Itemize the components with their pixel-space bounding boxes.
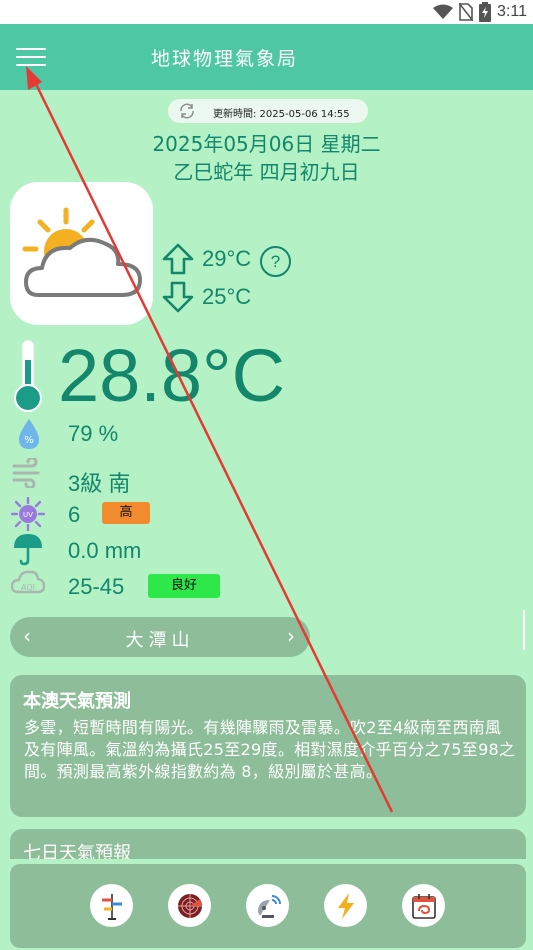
- arrow-down-icon: [162, 281, 194, 313]
- humidity-icon: %: [19, 419, 39, 449]
- wind-vane-icon: [102, 894, 122, 920]
- seven-day-forecast-card[interactable]: 七日天氣預報: [10, 829, 526, 859]
- lightning-icon: [338, 893, 354, 919]
- svg-text:%: %: [24, 435, 34, 446]
- update-time-label: 更新時間: 2025-05-06 14:55: [213, 109, 350, 120]
- menu-icon[interactable]: [16, 46, 46, 68]
- low-temp: 25°C: [202, 284, 252, 309]
- help-button[interactable]: ?: [260, 246, 291, 277]
- svg-text:UV: UV: [23, 511, 33, 519]
- uv-level-badge: 高: [102, 502, 150, 524]
- satellite-icon: [258, 895, 281, 918]
- uv-value: 6: [68, 502, 81, 527]
- air-quality-icon: AQI: [11, 570, 45, 594]
- next-station-button[interactable]: ›: [287, 624, 295, 648]
- update-time-pill[interactable]: 更新時間: 2025-05-06 14:55: [168, 99, 368, 123]
- wifi-icon: [433, 4, 454, 19]
- station-name: 大潭山: [125, 630, 195, 651]
- app-title: 地球物理氣象局: [151, 48, 299, 70]
- local-forecast-card: 本澳天氣預測 多雲，短暫時間有陽光。有幾陣驟雨及雷暴。吹2至4級南至西南風及有陣…: [10, 675, 526, 817]
- lunar-date: 乙巳蛇年 四月初九日: [173, 160, 360, 184]
- battery-charging-icon: [479, 2, 492, 22]
- scrollbar[interactable]: [523, 610, 525, 650]
- no-sim-icon: [459, 3, 474, 21]
- current-temperature: 28.8°C: [58, 334, 286, 417]
- nav-wind-button[interactable]: [90, 884, 133, 927]
- seven-day-title: 七日天氣預報: [23, 843, 131, 859]
- forecast-text: 多雲，短暫時間有陽光。有幾陣驟雨及雷暴。吹2至4級南至西南風及有陣風。氣溫約為攝…: [24, 718, 516, 781]
- station-selector: ‹ 大潭山 ›: [10, 617, 310, 657]
- uv-icon: UV: [11, 497, 45, 531]
- thermometer-icon: [14, 339, 42, 412]
- high-temp: 29°C: [202, 246, 252, 271]
- nav-lightning-button[interactable]: [324, 884, 367, 927]
- gregorian-date: 2025年05月06日 星期二: [152, 132, 381, 156]
- weather-icon-card[interactable]: [10, 182, 153, 325]
- svg-text:AQI: AQI: [21, 583, 35, 592]
- low-temp-row: 25°C: [162, 281, 251, 313]
- status-time: 3:11: [497, 3, 527, 20]
- status-bar: 3:11: [0, 0, 533, 24]
- refresh-icon[interactable]: [178, 102, 196, 120]
- app-bar: 地球物理氣象局: [0, 24, 533, 90]
- aqi-value: 25-45: [68, 574, 125, 599]
- nav-satellite-button[interactable]: [246, 884, 289, 927]
- wind-icon: [12, 458, 40, 488]
- typhoon-calendar-icon: [412, 894, 436, 919]
- wind-value: 3級 南: [68, 471, 131, 496]
- partly-cloudy-icon: [22, 207, 142, 297]
- humidity-value: 79 %: [68, 421, 119, 446]
- forecast-title: 本澳天氣預測: [23, 691, 131, 712]
- aqi-level-badge: 良好: [148, 574, 220, 598]
- umbrella-icon: [14, 534, 42, 566]
- status-icons: 3:11: [433, 2, 527, 22]
- rain-value: 0.0 mm: [68, 538, 142, 563]
- nav-radar-button[interactable]: [168, 884, 211, 927]
- arrow-up-icon: [162, 243, 194, 275]
- nav-typhoon-button[interactable]: [402, 884, 445, 927]
- bottom-nav: [10, 864, 526, 948]
- high-temp-row: 29°C: [162, 243, 251, 275]
- radar-icon: [178, 894, 203, 918]
